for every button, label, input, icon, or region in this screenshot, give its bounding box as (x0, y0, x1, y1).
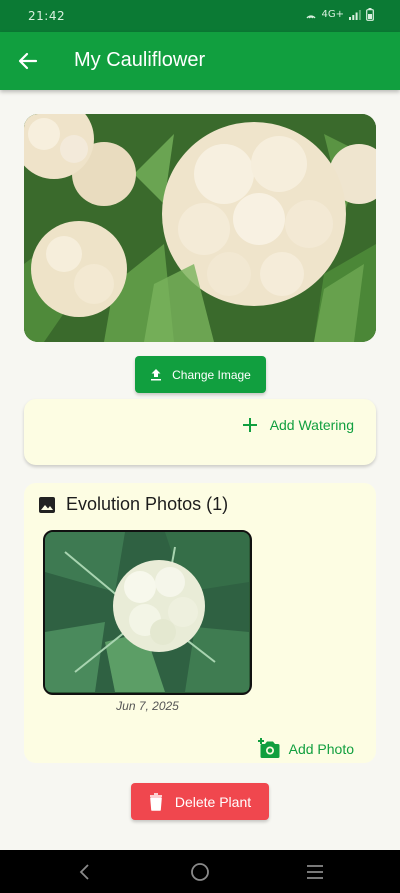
nav-back-button[interactable] (72, 860, 96, 884)
add-photo-icon (257, 738, 280, 758)
status-icons: 4G+ (305, 8, 375, 21)
evolution-photos-card: Evolution Photos (1) Jun 7, 2025 Add Pho… (24, 483, 376, 763)
arrow-back-icon (18, 52, 38, 70)
nav-menu-button[interactable] (303, 860, 327, 884)
evolution-title: Evolution Photos (1) (66, 494, 229, 514)
evolution-photo-date: Jun 7, 2025 (116, 699, 179, 713)
image-icon (39, 496, 55, 513)
network-label: 4G+ (321, 9, 345, 20)
app-bar: My Cauliflower (0, 32, 400, 90)
status-bar: 21:42 4G+ (0, 0, 400, 32)
nav-back-icon (79, 864, 89, 880)
trash-icon (149, 792, 162, 811)
page-title: My Cauliflower (74, 49, 206, 71)
system-nav-bar (0, 850, 400, 893)
battery-icon (366, 8, 374, 21)
plus-icon (242, 418, 257, 432)
add-photo-button[interactable]: Add Photo (257, 738, 354, 760)
upload-icon (151, 369, 162, 381)
signal-icon (349, 10, 361, 20)
evolution-header: Evolution Photos (1) (38, 494, 228, 515)
evolution-photo-thumbnail[interactable] (43, 530, 252, 695)
hotspot-icon (305, 14, 316, 18)
plant-image (24, 114, 376, 342)
change-image-label: Change Image (172, 367, 251, 382)
delete-plant-label: Delete Plant (174, 793, 252, 810)
nav-menu-icon (307, 865, 323, 879)
nav-home-button[interactable] (188, 860, 212, 884)
cauliflower-photo (24, 114, 376, 342)
status-time: 21:42 (28, 9, 66, 23)
back-button[interactable] (14, 47, 42, 75)
add-watering-label: Add Watering (269, 417, 354, 433)
add-watering-button[interactable]: Add Watering (242, 417, 354, 433)
change-image-button[interactable]: Change Image (135, 356, 266, 393)
watering-card: Add Watering (24, 399, 376, 465)
cauliflower-thumbnail (45, 532, 249, 692)
nav-home-icon (191, 863, 209, 881)
add-photo-label: Add Photo (288, 741, 354, 757)
delete-plant-button[interactable]: Delete Plant (131, 783, 269, 820)
